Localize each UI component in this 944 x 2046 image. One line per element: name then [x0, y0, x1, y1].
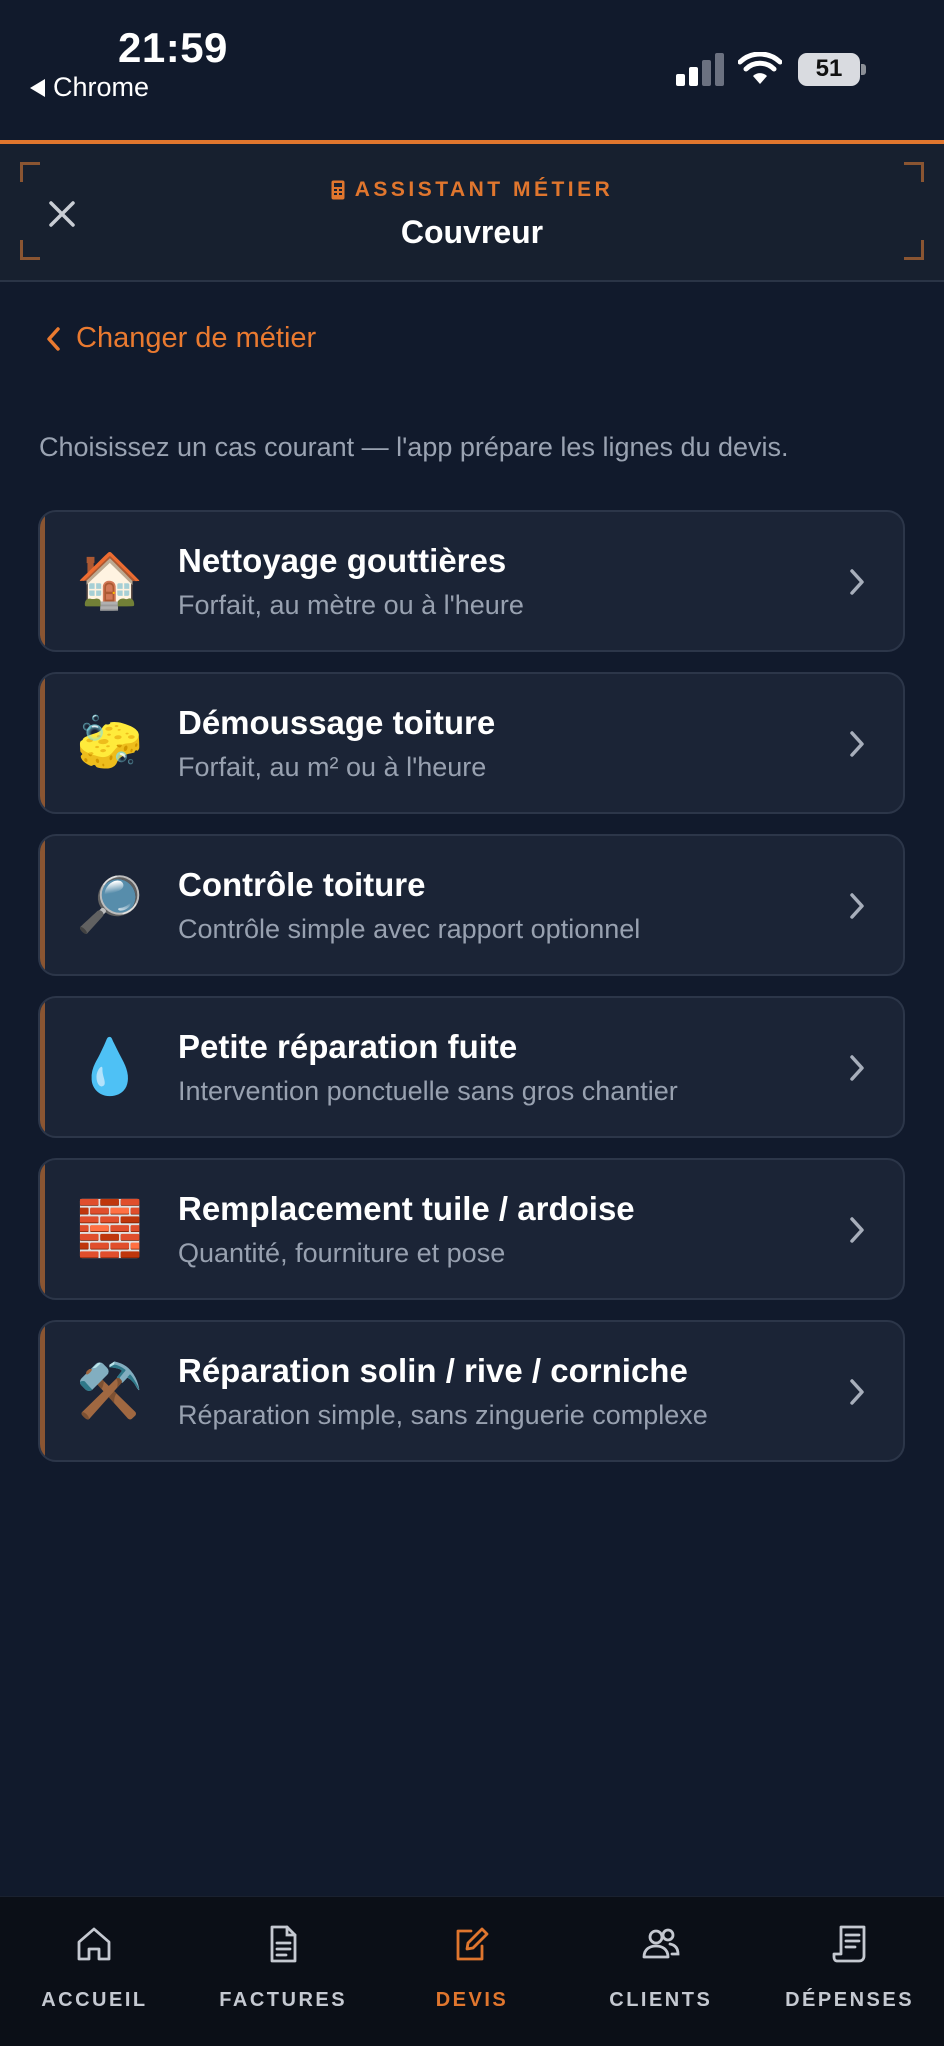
brick-icon: 🧱: [76, 1199, 144, 1259]
cellular-signal-icon: [676, 52, 724, 86]
receipt-icon: [832, 1925, 865, 1963]
status-time: 21:59: [118, 24, 228, 71]
chevron-right-icon: [850, 569, 864, 595]
case-card-2[interactable]: 🧽 Démoussage toiture Forfait, au m² ou à…: [38, 672, 905, 814]
intro-text: Choisissez un cas courant — l'app prépar…: [39, 432, 789, 462]
nav-label: DÉPENSES: [785, 1989, 915, 2011]
magnifier-icon: 🔎: [76, 875, 144, 935]
nav-accueil[interactable]: ACCUEIL: [0, 1897, 189, 2046]
case-card-1[interactable]: 🏠 Nettoyage gouttières Forfait, au mètre…: [38, 510, 905, 652]
nav-label: ACCUEIL: [41, 1989, 148, 2011]
case-subtitle: Forfait, au mètre ou à l'heure: [178, 590, 524, 620]
house-icon: 🏠: [76, 551, 144, 611]
chevron-right-icon: [850, 1055, 864, 1081]
case-card-5[interactable]: 🧱 Remplacement tuile / ardoise Quantité,…: [38, 1158, 905, 1300]
case-card-3[interactable]: 🔎 Contrôle toiture Contrôle simple avec …: [38, 834, 905, 976]
case-title: Réparation solin / rive / corniche: [178, 1352, 688, 1389]
nav-label: FACTURES: [219, 1989, 348, 2011]
case-title: Nettoyage gouttières: [178, 542, 507, 579]
chevron-right-icon: [850, 893, 864, 919]
change-trade-label: Changer de métier: [76, 322, 317, 354]
app-screen: 21:59 Chrome 51 ASSISTANT MÉTIER Couvreu…: [0, 0, 944, 2046]
case-subtitle: Contrôle simple avec rapport optionnel: [178, 914, 641, 944]
case-title: Contrôle toiture: [178, 866, 426, 903]
case-subtitle: Réparation simple, sans zinguerie comple…: [178, 1400, 708, 1430]
hammer-wrench-icon: ⚒️: [76, 1361, 144, 1421]
chevron-right-icon: [850, 1379, 864, 1405]
back-triangle-icon: [30, 78, 45, 97]
case-subtitle: Intervention ponctuelle sans gros chanti…: [178, 1076, 678, 1106]
nav-factures[interactable]: FACTURES: [189, 1897, 378, 2046]
nav-depenses[interactable]: DÉPENSES: [755, 1897, 944, 2046]
wifi-icon: [738, 52, 782, 84]
change-trade-link[interactable]: Changer de métier: [44, 322, 316, 355]
nav-clients[interactable]: CLIENTS: [566, 1897, 755, 2046]
case-list: 🏠 Nettoyage gouttières Forfait, au mètre…: [38, 510, 905, 1482]
back-to-app-link[interactable]: Chrome: [30, 72, 149, 103]
droplet-icon: 💧: [76, 1037, 144, 1097]
case-title: Petite réparation fuite: [178, 1028, 518, 1065]
case-subtitle: Forfait, au m² ou à l'heure: [178, 752, 487, 782]
battery-percent: 51: [815, 55, 843, 82]
battery-icon: 51: [798, 53, 866, 86]
back-app-label: Chrome: [53, 72, 150, 102]
page-title: Couvreur: [400, 214, 544, 250]
header-kicker-text: ASSISTANT MÉTIER: [354, 178, 614, 201]
bottom-nav: ACCUEIL FACTURES DEVIS CLIENTS DÉPENSES: [0, 1896, 944, 2046]
document-icon: [270, 1925, 297, 1963]
users-icon: [642, 1928, 680, 1959]
case-card-4[interactable]: 💧 Petite réparation fuite Intervention p…: [38, 996, 905, 1138]
edit-icon: [456, 1927, 489, 1961]
case-card-6[interactable]: ⚒️ Réparation solin / rive / corniche Ré…: [38, 1320, 905, 1462]
header-kicker: ASSISTANT MÉTIER: [0, 178, 944, 202]
status-bar: 21:59 Chrome 51: [0, 0, 944, 140]
chevron-left-icon: [47, 326, 60, 351]
chevron-right-icon: [850, 1217, 864, 1243]
chevron-right-icon: [850, 731, 864, 757]
nav-devis[interactable]: DEVIS: [378, 1897, 567, 2046]
case-title: Démoussage toiture: [178, 704, 496, 741]
nav-label: DEVIS: [435, 1989, 509, 2011]
case-subtitle: Quantité, fourniture et pose: [178, 1238, 506, 1268]
sponge-icon: 🧽: [76, 713, 144, 773]
case-title: Remplacement tuile / ardoise: [178, 1190, 635, 1227]
nav-label: CLIENTS: [609, 1989, 713, 2011]
home-icon: [77, 1927, 111, 1961]
modal-header: ASSISTANT MÉTIER Couvreur: [0, 144, 944, 282]
calculator-icon: [331, 180, 345, 200]
